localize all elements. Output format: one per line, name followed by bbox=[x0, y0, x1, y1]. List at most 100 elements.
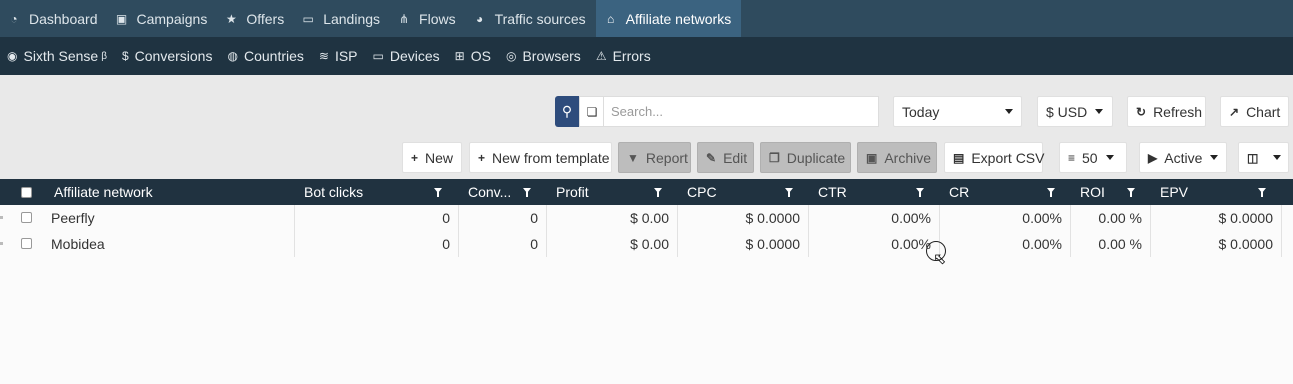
wifi-icon: ≋ bbox=[318, 49, 329, 63]
filter-icon[interactable] bbox=[1258, 188, 1266, 197]
chart-label: Chart bbox=[1246, 103, 1281, 120]
status-filter-select[interactable]: ▶ Active bbox=[1139, 142, 1227, 173]
globe-icon: ◕ bbox=[475, 11, 484, 26]
window-icon: ▭ bbox=[302, 11, 314, 26]
nav-item-offers[interactable]: ★ Offers bbox=[217, 0, 294, 37]
table-cell: 0.00% bbox=[809, 231, 940, 257]
column-header-ctr[interactable]: CTR bbox=[818, 179, 908, 205]
column-header-cpc[interactable]: CPC bbox=[687, 179, 777, 205]
column-header-bot-clicks[interactable]: Bot clicks bbox=[304, 179, 424, 205]
search-button[interactable]: ⚲ bbox=[555, 96, 579, 127]
subnav-item-errors[interactable]: ⚠ Errors bbox=[589, 48, 659, 64]
nav-item-campaigns[interactable]: ▣ Campaigns bbox=[108, 0, 218, 37]
subnav-item-sixth-sense[interactable]: ◉ Sixth Sense β bbox=[0, 48, 115, 64]
search-input[interactable] bbox=[603, 96, 879, 127]
filter-icon[interactable] bbox=[1047, 188, 1055, 197]
row-handle[interactable] bbox=[0, 216, 3, 219]
line-chart-icon: ↗ bbox=[1229, 104, 1240, 119]
status-filter-value: Active bbox=[1164, 149, 1203, 166]
table-cell: $ 0.0000 bbox=[1151, 205, 1282, 231]
table-cell: $ 0.00 bbox=[547, 231, 678, 257]
dollar-icon: $ bbox=[121, 49, 129, 63]
warning-icon: ⚠ bbox=[595, 49, 607, 63]
chevron-down-icon bbox=[1210, 155, 1219, 160]
table-row[interactable]: Peerfly 0 0 $ 0.00 $ 0.0000 0.00% 0.00% 0.00 % $… bbox=[0, 205, 1283, 231]
cell-affiliate-network[interactable]: Mobidea bbox=[45, 231, 295, 257]
currency-select[interactable]: $ USD bbox=[1037, 96, 1113, 127]
nav-item-label: Landings bbox=[323, 10, 381, 27]
column-header-epv[interactable]: EPV bbox=[1160, 179, 1250, 205]
new-from-template-button[interactable]: + New from template bbox=[469, 142, 612, 173]
refresh-icon: ↻ bbox=[1136, 104, 1147, 119]
table-cell: $ 0.0000 bbox=[1151, 231, 1282, 257]
table-cell: 0.00% bbox=[940, 205, 1071, 231]
report-button[interactable]: ▼ Report bbox=[618, 142, 691, 173]
nav-item-flows[interactable]: ⋔ Flows bbox=[390, 0, 466, 37]
row-checkbox[interactable] bbox=[21, 212, 32, 223]
nav-item-traffic-sources[interactable]: ◕ Traffic sources bbox=[466, 0, 596, 37]
play-icon: ▶ bbox=[1148, 150, 1158, 165]
nav-item-landings[interactable]: ▭ Landings bbox=[294, 0, 390, 37]
mouse-pointer-icon: ⬁ bbox=[933, 251, 947, 268]
export-csv-button[interactable]: ▤ Export CSV bbox=[944, 142, 1044, 173]
chart-button[interactable]: ↗ Chart bbox=[1220, 96, 1289, 127]
filter-icon[interactable] bbox=[785, 188, 793, 197]
duplicate-button[interactable]: ❐ Duplicate bbox=[760, 142, 851, 173]
subnav-item-isp[interactable]: ≋ ISP bbox=[312, 48, 366, 64]
subnav-item-label: Conversions bbox=[134, 48, 213, 64]
date-range-select[interactable]: Today bbox=[893, 96, 1022, 127]
table-cell: $ 0.00 bbox=[547, 205, 678, 231]
table-cell: 0.00 % bbox=[1071, 205, 1151, 231]
subnav-item-devices[interactable]: ▭ Devices bbox=[366, 48, 448, 64]
column-header-conversions[interactable]: Conv... bbox=[468, 179, 518, 205]
subnav-item-countries[interactable]: ◍ Countries bbox=[220, 48, 311, 64]
columns-toggle-button[interactable]: ◫ bbox=[1238, 142, 1289, 173]
table-row[interactable]: Mobidea 0 0 $ 0.00 $ 0.0000 0.00% 0.00% 0.00 % $… bbox=[0, 231, 1283, 257]
new-button[interactable]: + New bbox=[402, 142, 462, 173]
tags-button[interactable]: ❏ bbox=[579, 96, 604, 127]
columns-icon: ◫ bbox=[1247, 150, 1259, 165]
page-size-value: 50 bbox=[1082, 149, 1098, 166]
eye-icon: ◉ bbox=[7, 49, 18, 63]
nav-item-affiliate-networks[interactable]: ⌂ Affiliate networks bbox=[595, 0, 742, 37]
column-header-affiliate-network[interactable]: Affiliate network bbox=[54, 179, 284, 205]
filter-icon[interactable] bbox=[523, 188, 531, 197]
nav-item-label: Campaigns bbox=[136, 10, 208, 27]
page-size-select[interactable]: ≡ 50 bbox=[1059, 142, 1127, 173]
filter-icon[interactable] bbox=[434, 188, 442, 197]
column-header-cr[interactable]: CR bbox=[949, 179, 1039, 205]
subnav-item-label: ISP bbox=[334, 48, 358, 64]
secondary-nav: ◉ Sixth Sense β $ Conversions ◍ Countries ≋ ISP ▭… bbox=[0, 37, 1293, 75]
archive-button[interactable]: ▣ Archive bbox=[857, 142, 937, 173]
edit-button[interactable]: ✎ Edit bbox=[697, 142, 754, 173]
subnav-item-conversions[interactable]: $ Conversions bbox=[115, 48, 221, 64]
archive-icon: ▣ bbox=[866, 150, 878, 165]
list-icon: ≡ bbox=[1068, 150, 1076, 165]
chevron-down-icon bbox=[1105, 155, 1114, 160]
filter-icon[interactable] bbox=[916, 188, 924, 197]
column-header-profit[interactable]: Profit bbox=[556, 179, 646, 205]
select-all-checkbox[interactable] bbox=[21, 179, 35, 205]
filter-icon[interactable] bbox=[654, 188, 662, 197]
browser-icon: ◎ bbox=[505, 49, 517, 63]
dashboard-icon: ◔ bbox=[10, 11, 18, 26]
subnav-item-browsers[interactable]: ◎ Browsers bbox=[499, 48, 589, 64]
windows-icon: ⊞ bbox=[454, 49, 465, 63]
chevron-down-icon bbox=[1273, 155, 1282, 160]
nav-item-label: Dashboard bbox=[29, 10, 98, 27]
table-cell: 0 bbox=[459, 231, 547, 257]
duplicate-label: Duplicate bbox=[786, 149, 846, 166]
currency-value: $ USD bbox=[1046, 103, 1088, 120]
table-cell: 0 bbox=[295, 205, 459, 231]
date-range-value: Today bbox=[902, 103, 940, 120]
cell-affiliate-network[interactable]: Peerfly bbox=[45, 205, 295, 231]
pencil-icon: ✎ bbox=[706, 150, 717, 165]
row-handle[interactable] bbox=[0, 242, 3, 245]
row-checkbox[interactable] bbox=[21, 238, 32, 249]
refresh-label: Refresh bbox=[1153, 103, 1203, 120]
refresh-button[interactable]: ↻ Refresh bbox=[1127, 96, 1206, 127]
nav-item-dashboard[interactable]: ◔ Dashboard bbox=[0, 0, 108, 37]
subnav-item-os[interactable]: ⊞ OS bbox=[448, 48, 499, 64]
filter-icon[interactable] bbox=[1127, 188, 1135, 197]
column-header-roi[interactable]: ROI bbox=[1080, 179, 1120, 205]
